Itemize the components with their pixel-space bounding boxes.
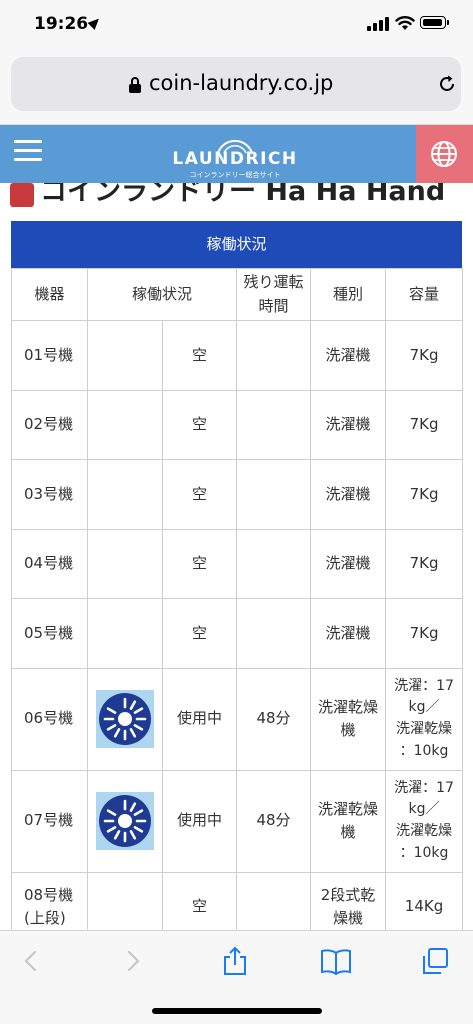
status-time: 19:26	[34, 14, 89, 34]
remaining-cell: 48分	[236, 769, 312, 873]
header-machine: 機器	[11, 268, 88, 321]
status-cell: 空	[161, 320, 238, 391]
site-header: LAUNDRICH コインランドリー総合サイト	[0, 125, 473, 183]
location-arrow-icon	[87, 15, 103, 30]
browser-toolbar	[0, 930, 473, 1024]
type-cell: 洗濯機	[310, 528, 387, 599]
header-status: 稼働状況	[86, 268, 238, 321]
capacity-cell: 7Kg	[385, 598, 464, 669]
remaining-cell	[236, 389, 312, 460]
header-remaining: 残り運転 時間	[236, 268, 312, 321]
machine-image-cell	[87, 389, 163, 460]
machine-cell: 01号機	[11, 320, 88, 391]
machine-image-cell	[87, 459, 163, 530]
language-button[interactable]	[416, 125, 473, 183]
table-row: 01号機 空 洗濯機 7Kg	[11, 320, 464, 391]
machine-image-cell	[87, 667, 163, 771]
logo-subtext: コインランドリー総合サイト	[189, 171, 281, 179]
machine-image-cell	[87, 769, 163, 873]
header-capacity: 容量	[385, 268, 464, 321]
header-type: 種別	[310, 268, 387, 321]
remaining-cell	[236, 320, 312, 391]
home-indicator	[152, 1008, 322, 1014]
type-cell: 洗濯機	[310, 320, 387, 391]
status-bar: 19:26	[0, 0, 473, 50]
type-cell: 洗濯乾燥機	[310, 667, 387, 771]
table-row: 07号機 使用中 48分 洗濯乾燥 機 洗濯：17 kg／ 洗濯乾燥 ：10kg	[11, 769, 464, 873]
remaining-cell	[236, 598, 312, 669]
lock-icon	[129, 77, 141, 93]
type-cell: 洗濯機	[310, 598, 387, 669]
machine-image-cell	[87, 320, 163, 391]
status-cell: 使用中	[161, 667, 238, 771]
table-row: 02号機 空 洗濯機 7Kg	[11, 389, 464, 460]
shop-title: コインランドリー Ha Ha Hand	[40, 183, 446, 207]
table-header-row: 機器 稼働状況 残り運転 時間 種別 容量	[11, 268, 464, 321]
tabs-icon[interactable]	[420, 945, 450, 977]
table-row: 05号機 空 洗濯機 7Kg	[11, 598, 464, 669]
url-text: coin-laundry.co.jp	[149, 71, 334, 95]
battery-icon	[420, 16, 449, 29]
type-cell: 洗濯機	[310, 459, 387, 530]
shop-title-area: コインランドリー Ha Ha Hand	[0, 183, 473, 211]
machine-cell: 05号機	[11, 598, 88, 669]
browser-address-area: coin-laundry.co.jp	[0, 50, 473, 125]
dryer-in-use-icon	[96, 792, 154, 850]
wifi-icon	[395, 16, 415, 30]
machine-cell: 03号機	[11, 459, 88, 530]
status-cell: 空	[161, 389, 238, 460]
table-row: 03号機 空 洗濯機 7Kg	[11, 459, 464, 530]
status-cell: 空	[161, 598, 238, 669]
bookmarks-icon[interactable]	[319, 945, 353, 977]
globe-icon	[431, 141, 457, 167]
back-arrow-icon[interactable]	[16, 945, 46, 977]
logo-text: LAUNDRICH	[172, 149, 298, 169]
remaining-cell	[236, 459, 312, 530]
capacity-cell: 7Kg	[385, 528, 464, 599]
reload-icon[interactable]	[437, 74, 457, 94]
type-cell: 洗濯機	[310, 389, 387, 460]
table-row: 04号機 空 洗濯機 7Kg	[11, 528, 464, 599]
machine-cell: 02号機	[11, 389, 88, 460]
machine-status-table: 稼働状況 機器 稼働状況 残り運転 時間 種別 容量 01号機 空 洗濯機 7Kg…	[11, 221, 464, 943]
remaining-cell: 48分	[236, 667, 312, 771]
cellular-signal-icon	[367, 17, 389, 31]
capacity-cell: 洗濯：17 kg／ 洗濯乾燥 ：10kg	[385, 769, 464, 873]
status-cell: 空	[161, 528, 238, 599]
machine-image-cell	[87, 598, 163, 669]
capacity-cell: 7Kg	[385, 389, 464, 460]
machine-cell: 04号機	[11, 528, 88, 599]
machine-cell: 07号機	[11, 769, 88, 873]
status-cell: 使用中	[161, 769, 238, 873]
hamburger-menu-icon[interactable]	[14, 140, 42, 162]
dryer-in-use-icon	[96, 690, 154, 748]
share-icon[interactable]	[220, 945, 250, 977]
type-cell: 洗濯乾燥機	[310, 769, 387, 873]
machine-cell: 06号機	[11, 667, 88, 771]
remaining-cell	[236, 528, 312, 599]
status-cell: 空	[161, 459, 238, 530]
capacity-cell: 7Kg	[385, 459, 464, 530]
forward-arrow-icon[interactable]	[118, 945, 148, 977]
capacity-cell: 7Kg	[385, 320, 464, 391]
machine-image-cell	[87, 528, 163, 599]
site-logo[interactable]: LAUNDRICH コインランドリー総合サイト	[160, 131, 310, 179]
address-bar[interactable]: coin-laundry.co.jp	[11, 57, 461, 111]
table-caption: 稼働状況	[11, 221, 462, 268]
table-row: 06号機 使用中 48分 洗濯乾燥 機 洗濯：17 kg／ 洗濯乾燥 ：10kg	[11, 667, 464, 771]
shop-logo-icon	[10, 183, 34, 207]
capacity-cell: 洗濯：17 kg／ 洗濯乾燥 ：10kg	[385, 667, 464, 771]
